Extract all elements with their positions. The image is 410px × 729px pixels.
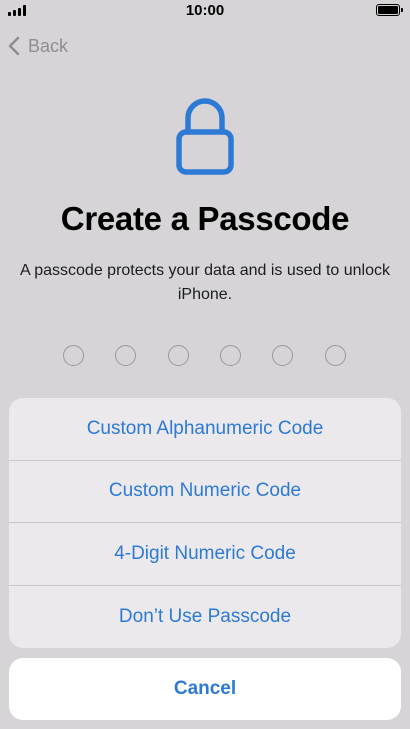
passcode-dot bbox=[272, 345, 293, 366]
lock-icon bbox=[176, 98, 234, 175]
status-bar: 10:00 bbox=[0, 0, 410, 22]
dont-use-passcode-option[interactable]: Don’t Use Passcode bbox=[9, 586, 401, 649]
page-subtitle: A passcode protects your data and is use… bbox=[20, 262, 391, 303]
battery-icon bbox=[376, 4, 403, 16]
passcode-options-sheet: Custom Alphanumeric Code Custom Numeric … bbox=[9, 398, 401, 648]
passcode-dot bbox=[168, 345, 189, 366]
custom-numeric-code-option[interactable]: Custom Numeric Code bbox=[9, 461, 401, 523]
passcode-dot bbox=[115, 345, 136, 366]
four-digit-numeric-code-option[interactable]: 4-Digit Numeric Code bbox=[9, 523, 401, 586]
passcode-dot bbox=[63, 345, 84, 366]
back-button[interactable]: Back bbox=[8, 34, 68, 58]
passcode-dot bbox=[325, 345, 346, 366]
cancel-button[interactable]: Cancel bbox=[9, 658, 401, 720]
page-title: Create a Passcode bbox=[60, 200, 350, 237]
passcode-dots bbox=[63, 345, 349, 367]
status-time: 10:00 bbox=[185, 2, 225, 19]
custom-alphanumeric-code-option[interactable]: Custom Alphanumeric Code bbox=[9, 398, 401, 461]
back-label: Back bbox=[28, 35, 69, 56]
chevron-left-icon bbox=[8, 36, 20, 56]
passcode-dot bbox=[220, 345, 241, 366]
